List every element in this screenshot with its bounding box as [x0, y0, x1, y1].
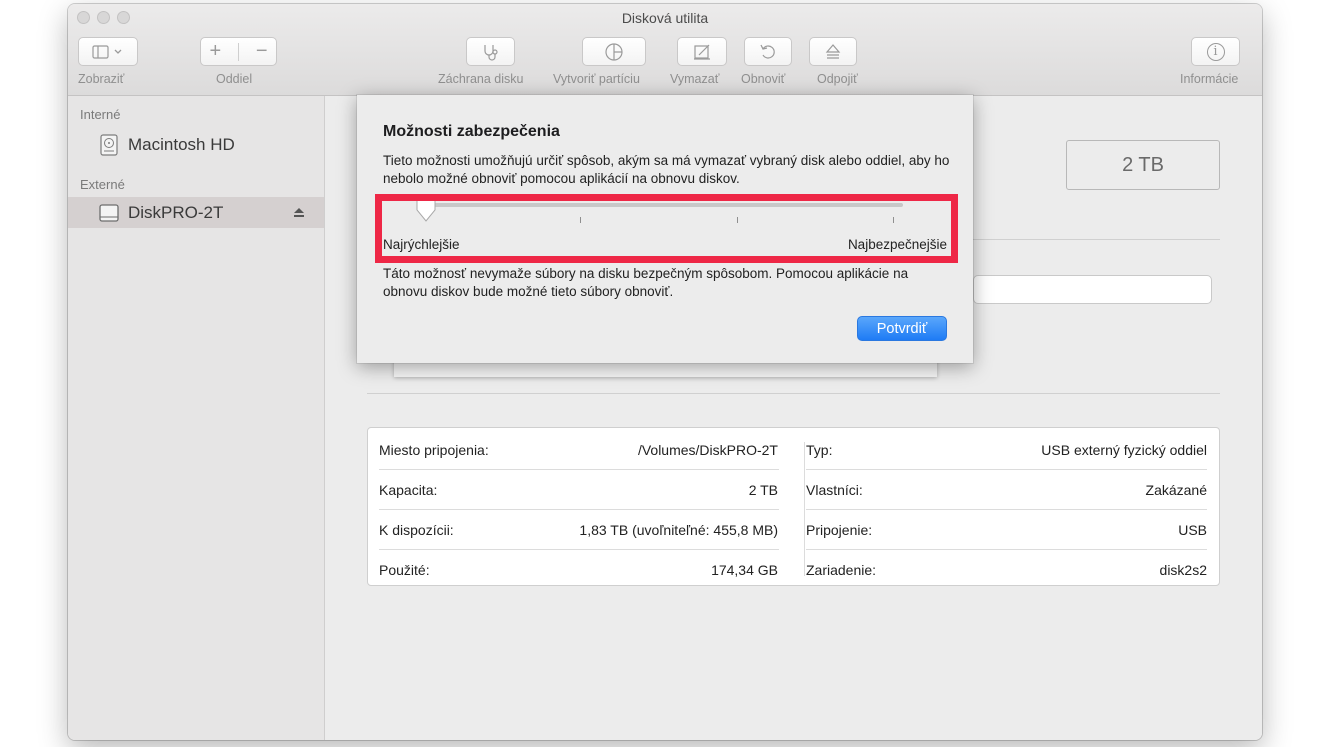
info-value-connection: USB: [1178, 522, 1207, 538]
row-divider: [379, 469, 779, 470]
column-divider: [804, 442, 805, 576]
internal-disk-icon: [100, 133, 118, 156]
sidebar: Interné Macintosh HD Externé DiskPRO-2T: [68, 96, 325, 740]
restore-button[interactable]: [744, 37, 792, 66]
info-label-capacity: Kapacita:: [379, 482, 438, 498]
info-label-type: Typ:: [806, 442, 833, 458]
info-label-owners: Vlastníci:: [806, 482, 863, 498]
view-label: Zobraziť: [78, 72, 125, 86]
remove-partition-button[interactable]: −: [256, 40, 268, 63]
restore-icon: [760, 44, 775, 59]
info-value-available: 1,83 TB (uvoľniteľné: 455,8 MB): [579, 522, 778, 538]
erase-label: Vymazať: [670, 72, 720, 86]
sidebar-item-diskpro-2t[interactable]: DiskPRO-2T: [68, 197, 324, 228]
name-field-partial[interactable]: [973, 275, 1212, 304]
capacity-badge: 2 TB: [1066, 140, 1220, 190]
info-value-owners: Zakázané: [1145, 482, 1207, 498]
info-button[interactable]: i: [1191, 37, 1240, 66]
restore-label: Obnoviť: [741, 72, 786, 86]
disk-utility-window: Disková utilita Zobraziť + − Oddiel Zách…: [68, 4, 1262, 740]
info-label-device: Zariadenie:: [806, 562, 877, 578]
window-title: Disková utilita: [621, 10, 709, 26]
highlight-box: [375, 194, 958, 263]
info-value-type: USB externý fyzický oddiel: [1041, 442, 1207, 458]
segment-divider: [238, 42, 239, 61]
info-label-used: Použité:: [379, 562, 430, 578]
eject-icon: [825, 43, 841, 59]
row-divider: [806, 469, 1207, 470]
stethoscope-icon: [483, 44, 498, 61]
row-divider: [806, 549, 1207, 550]
dialog-description: Tieto možnosti umožňujú určiť spôsob, ak…: [383, 153, 950, 186]
dialog-note: Táto možnosť nevymaže súbory na disku be…: [383, 266, 909, 299]
sidebar-section-external: Externé: [80, 177, 125, 192]
divider: [367, 393, 1220, 394]
sidebar-item-label: Macintosh HD: [128, 134, 235, 154]
info-label: Informácie: [1180, 72, 1239, 86]
sidebar-item-label: DiskPRO-2T: [128, 202, 224, 222]
info-label-available: K dispozícii:: [379, 522, 454, 538]
view-button[interactable]: [78, 37, 138, 66]
unmount-label: Odpojiť: [817, 72, 858, 86]
sidebar-icon: [92, 44, 122, 59]
info-icon: i: [1206, 42, 1225, 61]
confirm-button[interactable]: Potvrdiť: [857, 316, 947, 341]
sidebar-section-internal: Interné: [80, 107, 121, 122]
disk-info-table: Miesto pripojenia: /Volumes/DiskPRO-2T K…: [367, 427, 1220, 586]
partition-label: Vytvoriť partíciu: [553, 72, 640, 86]
info-value-capacity: 2 TB: [748, 482, 778, 498]
title-bar: Disková utilita Zobraziť + − Oddiel Zách…: [68, 4, 1262, 96]
partition-add-remove-group: + −: [200, 37, 277, 66]
row-divider: [806, 509, 1207, 510]
sidebar-item-macintosh-hd[interactable]: Macintosh HD: [68, 129, 324, 160]
add-partition-button[interactable]: +: [209, 40, 221, 63]
info-label-mount-point: Miesto pripojenia:: [379, 442, 489, 458]
info-value-used: 174,34 GB: [711, 562, 778, 578]
eject-icon[interactable]: [292, 207, 306, 219]
unmount-button[interactable]: [809, 37, 857, 66]
info-value-device: disk2s2: [1159, 562, 1207, 578]
dialog-title: Možnosti zabezpečenia: [383, 123, 560, 140]
external-disk-icon: [99, 203, 119, 222]
first-aid-label: Záchrana disku: [438, 72, 524, 86]
erase-icon: [694, 44, 710, 60]
pie-chart-icon: [605, 42, 623, 61]
partition-group-label: Oddiel: [216, 72, 253, 86]
row-divider: [379, 549, 779, 550]
info-label-connection: Pripojenie:: [806, 522, 873, 538]
partition-button[interactable]: [582, 37, 646, 66]
first-aid-button[interactable]: [466, 37, 515, 66]
row-divider: [379, 509, 779, 510]
erase-button[interactable]: [677, 37, 727, 66]
info-value-mount-point: /Volumes/DiskPRO-2T: [637, 442, 778, 458]
